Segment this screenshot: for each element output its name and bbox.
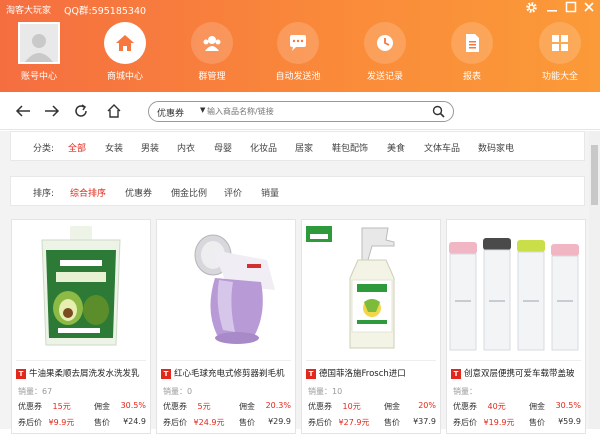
product-card[interactable]: T 牛油果柔顺去屑洗发水洗发乳 销量：67 优惠券 15元 佣金 30.5% 券后价 … — [11, 219, 151, 434]
nav-label: 功能大全 — [541, 72, 578, 82]
tmall-badge: T — [451, 369, 461, 379]
qq-group: QQ群:595185340 — [64, 6, 147, 17]
category-item-digital[interactable]: 数码家电 — [478, 141, 514, 154]
category-item-underwear[interactable]: 内衣 — [177, 141, 195, 154]
product-card[interactable]: T 德国菲洛施Frosch进口 销量：10 优惠券 10元 佣金 20% 券后价 ¥2… — [301, 219, 441, 434]
category-item-home[interactable]: 居家 — [295, 141, 313, 154]
nav-group-management[interactable]: 群管理 — [177, 22, 247, 90]
gear-icon[interactable] — [524, 1, 538, 18]
coupon-row: 优惠券 10元 佣金 20% — [308, 401, 436, 411]
category-item-women[interactable]: 女装 — [105, 141, 123, 154]
product-image-frosch-spray — [302, 220, 440, 355]
tmall-badge: T — [306, 369, 316, 379]
sort-item-coupon[interactable]: 优惠券 — [125, 186, 152, 199]
coupon-row: 优惠券 40元 佣金 30.5% — [453, 401, 581, 411]
category-item-men[interactable]: 男装 — [141, 141, 159, 154]
nav-label: 发送记录 — [366, 72, 403, 82]
sort-label: 排序: — [33, 189, 55, 199]
product-title[interactable]: T 创意双层便携可爱车载带盖玻 — [451, 367, 583, 379]
nav-label: 商城中心 — [106, 72, 143, 82]
product-sales: 销量： — [453, 387, 477, 396]
product-card[interactable]: T 创意双层便携可爱车载带盖玻 销量： 优惠券 40元 佣金 30.5% 券后价 ¥1… — [446, 219, 586, 434]
category-item-baby[interactable]: 母婴 — [214, 141, 232, 154]
price-row: 券后价 ¥9.9元 售价 ¥24.9 — [18, 417, 146, 427]
sort-item-rating[interactable]: 评价 — [224, 186, 242, 199]
nav-label: 自动发送池 — [275, 72, 321, 82]
product-title[interactable]: T 红心毛球充电式修剪器剃毛机 — [161, 367, 293, 379]
tmall-badge: T — [161, 369, 171, 379]
minimize-icon[interactable] — [545, 1, 559, 17]
chevron-down-icon[interactable]: ▼ — [200, 106, 205, 114]
avatar — [18, 22, 60, 64]
search-type-select[interactable]: 优惠券 — [157, 106, 184, 119]
group-icon — [191, 22, 233, 64]
product-title[interactable]: T 牛油果柔顺去屑洗发水洗发乳 — [16, 367, 148, 379]
back-arrow-icon[interactable] — [14, 102, 32, 120]
product-card[interactable]: T 红心毛球充电式修剪器剃毛机 销量：0 优惠券 5元 佣金 20.3% 券后价 ¥2… — [156, 219, 296, 434]
search-icon[interactable] — [432, 105, 445, 121]
close-icon[interactable] — [582, 1, 596, 17]
category-item-food[interactable]: 美食 — [387, 141, 405, 154]
price-row: 券后价 ¥27.9元 售价 ¥37.9 — [308, 417, 436, 427]
sort-bar: 排序: 综合排序 优惠券 佣金比例 评价 销量 — [10, 176, 585, 206]
top-banner: 淘客大玩家 QQ群:595185340 账号中心 商城中心 群管理 自动发送池 — [0, 0, 600, 92]
product-image-shampoo — [12, 220, 150, 355]
category-item-sports[interactable]: 文体车品 — [424, 141, 460, 154]
product-image-lint-remover — [157, 220, 295, 355]
category-filter-bar: 分类: 全部 女装 男装 内衣 母婴 化妆品 居家 鞋包配饰 美食 文体车品 数… — [10, 131, 585, 161]
category-item-all[interactable]: 全部 — [68, 141, 86, 154]
product-title[interactable]: T 德国菲洛施Frosch进口 — [306, 367, 438, 379]
search-input[interactable] — [207, 104, 432, 119]
coupon-row: 优惠券 15元 佣金 30.5% — [18, 401, 146, 411]
home-icon — [104, 22, 146, 64]
search-box[interactable]: 优惠券 ▼ — [148, 101, 454, 122]
home-outline-icon[interactable] — [105, 102, 123, 120]
product-sales: 销量：0 — [163, 387, 193, 396]
nav-auto-send-pool[interactable]: 自动发送池 — [263, 22, 333, 90]
category-label: 分类: — [33, 144, 55, 154]
product-sales: 销量：10 — [308, 387, 343, 396]
app-title: 淘客大玩家 — [6, 6, 52, 16]
nav-label: 账号中心 — [20, 72, 57, 82]
nav-mall-center[interactable]: 商城中心 — [90, 22, 160, 90]
clock-icon — [364, 22, 406, 64]
tmall-badge: T — [16, 369, 26, 379]
maximize-icon[interactable] — [564, 1, 578, 17]
refresh-icon[interactable] — [72, 102, 90, 120]
sort-item-commission[interactable]: 佣金比例 — [171, 186, 207, 199]
nav-all-functions[interactable]: 功能大全 — [525, 22, 595, 90]
nav-send-record[interactable]: 发送记录 — [350, 22, 420, 90]
report-icon — [451, 22, 493, 64]
nav-account-center[interactable]: 账号中心 — [4, 22, 74, 90]
scrollbar[interactable] — [589, 131, 600, 429]
nav-label: 群管理 — [198, 72, 226, 82]
sort-item-comprehensive[interactable]: 综合排序 — [70, 186, 106, 199]
product-sales: 销量：67 — [18, 387, 53, 396]
forward-arrow-icon[interactable] — [43, 102, 61, 120]
product-image-glass-bottles — [447, 220, 585, 355]
price-row: 券后价 ¥24.9元 售价 ¥29.9 — [163, 417, 291, 427]
grid-icon — [539, 22, 581, 64]
price-row: 券后价 ¥19.9元 售价 ¥59.9 — [453, 417, 581, 427]
coupon-row: 优惠券 5元 佣金 20.3% — [163, 401, 291, 411]
category-item-cosmetics[interactable]: 化妆品 — [250, 141, 277, 154]
nav-label: 报表 — [462, 72, 481, 82]
nav-report[interactable]: 报表 — [437, 22, 507, 90]
chat-icon — [277, 22, 319, 64]
category-item-accessories[interactable]: 鞋包配饰 — [332, 141, 368, 154]
sort-item-sales[interactable]: 销量 — [261, 186, 279, 199]
